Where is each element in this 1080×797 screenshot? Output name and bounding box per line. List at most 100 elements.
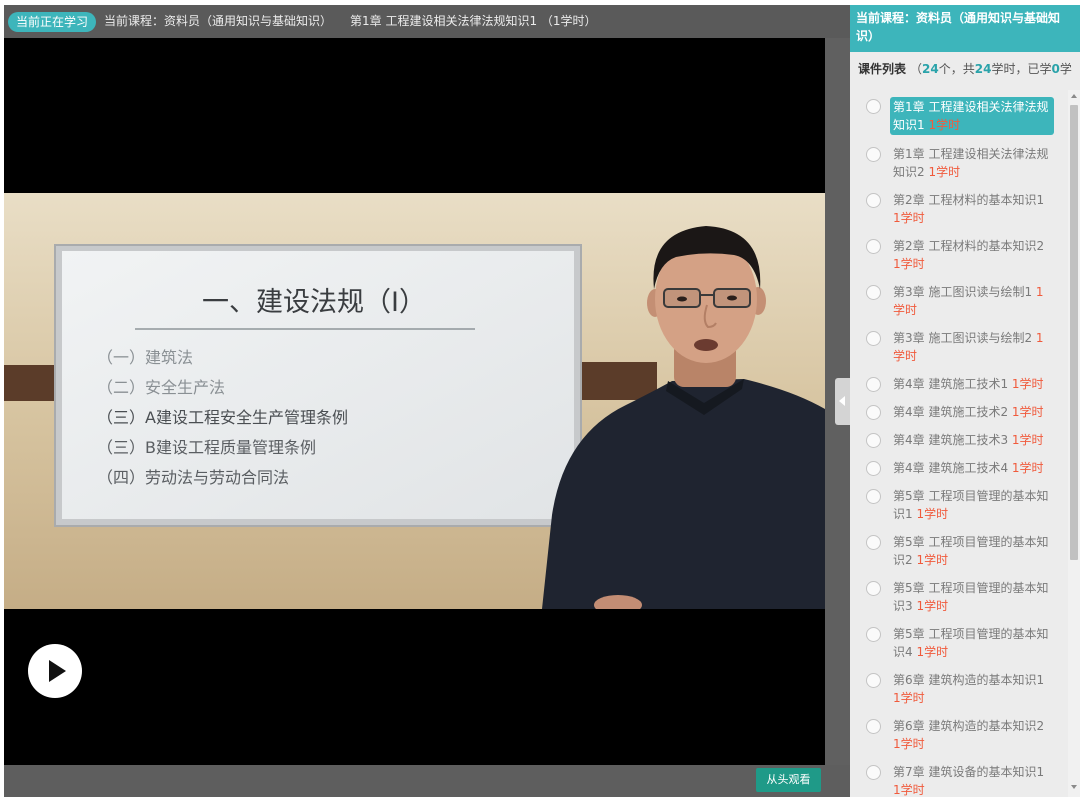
scroll-up-arrow-icon[interactable] [1071, 94, 1077, 98]
play-icon [49, 660, 66, 682]
course-item-title: 第2章 工程材料的基本知识1 [893, 193, 1045, 207]
summary-hours-unit: 学时，已学 [991, 62, 1052, 76]
course-item-hours: 1学时 [916, 645, 949, 659]
current-course-title: 当前课程：资料员（通用知识与基础知识） [104, 14, 333, 28]
course-item-text: 第4章 建筑施工技术2 1学时 [890, 403, 1054, 421]
radio-circle-icon[interactable] [866, 285, 881, 300]
course-item-text: 第5章 工程项目管理的基本知识4 1学时 [890, 625, 1054, 661]
course-item-hours: 1学时 [916, 553, 949, 567]
course-item[interactable]: 第5章 工程项目管理的基本知识2 1学时 [850, 533, 1066, 569]
course-item[interactable]: 第3章 施工图识读与绘制2 1学时 [850, 329, 1066, 365]
course-item[interactable]: 第4章 建筑施工技术2 1学时 [850, 403, 1066, 421]
radio-circle-icon[interactable] [866, 719, 881, 734]
course-item[interactable]: 第6章 建筑构造的基本知识1 1学时 [850, 671, 1066, 707]
slide-title: 一、建设法规（I） [202, 287, 426, 318]
course-item-title: 第7章 建筑设备的基本知识1 [893, 765, 1045, 779]
player-bottom-bar: 从头观看 [4, 765, 850, 797]
course-item-hours: 1学时 [893, 783, 925, 797]
course-item[interactable]: 第2章 工程材料的基本知识1 1学时 [850, 191, 1066, 227]
course-item[interactable]: 第4章 建筑施工技术3 1学时 [850, 431, 1066, 449]
current-chapter-title: 第1章 工程建设相关法律法规知识1 （1学时） [350, 14, 597, 28]
chevron-left-icon [839, 396, 845, 406]
course-item-hours: 1学时 [928, 118, 961, 132]
course-item-text: 第7章 建筑设备的基本知识1 1学时 [890, 763, 1054, 797]
course-item-title: 第1章 工程建设相关法律法规知识1 [893, 100, 1049, 132]
course-item[interactable]: 第6章 建筑构造的基本知识2 1学时 [850, 717, 1066, 753]
course-list: 第1章 工程建设相关法律法规知识1 1学时第1章 工程建设相关法律法规知识2 1… [850, 90, 1066, 797]
scroll-down-arrow-icon[interactable] [1071, 785, 1077, 789]
course-item-title: 第6章 建筑构造的基本知识1 [893, 673, 1045, 687]
course-item-text: 第5章 工程项目管理的基本知识1 1学时 [890, 487, 1054, 523]
course-item-text: 第4章 建筑施工技术3 1学时 [890, 431, 1054, 449]
radio-circle-icon[interactable] [866, 99, 881, 114]
radio-circle-icon[interactable] [866, 581, 881, 596]
summary-learned: 0 [1051, 62, 1060, 76]
summary-learned-unit: 学 [1059, 62, 1072, 76]
slide-item: （三）B建设工程质量管理条例 [97, 438, 316, 457]
course-item-text: 第4章 建筑施工技术4 1学时 [890, 459, 1054, 477]
radio-circle-icon[interactable] [866, 765, 881, 780]
radio-circle-icon[interactable] [866, 239, 881, 254]
sidebar-course-title: 当前课程：资料员（通用知识与基础知识） [850, 5, 1080, 52]
summary-count: 24 [922, 62, 939, 76]
course-item-hours: 1学时 [1011, 433, 1044, 447]
slide-item: （一）建筑法 [97, 348, 193, 367]
summary-hours: 24 [974, 62, 992, 76]
radio-circle-icon[interactable] [866, 405, 881, 420]
course-item-text: 第6章 建筑构造的基本知识1 1学时 [890, 671, 1054, 707]
radio-circle-icon[interactable] [866, 193, 881, 208]
course-item[interactable]: 第3章 施工图识读与绘制1 1学时 [850, 283, 1066, 319]
course-item-hours: 1学时 [916, 599, 949, 613]
play-button[interactable] [28, 644, 82, 698]
slide-item: （二）安全生产法 [97, 378, 225, 397]
lecturer-eye-right [727, 295, 737, 301]
scrollbar-thumb[interactable] [1070, 105, 1078, 560]
summary-open: （ [910, 62, 923, 76]
player-top-bar: 当前正在学习 当前课程：资料员（通用知识与基础知识） 第1章 工程建设相关法律法… [4, 5, 850, 38]
replay-from-start-button[interactable]: 从头观看 [756, 768, 821, 792]
radio-circle-icon[interactable] [866, 535, 881, 550]
radio-circle-icon[interactable] [866, 673, 881, 688]
course-item-text: 第2章 工程材料的基本知识1 1学时 [890, 191, 1054, 227]
course-item-text: 第6章 建筑构造的基本知识2 1学时 [890, 717, 1054, 753]
lecturer-eye-left [677, 296, 687, 302]
course-list-header: 课件列表 （24个，共24学时，已学0学 [858, 48, 1072, 90]
course-item-title: 第3章 施工图识读与绘制2 [893, 331, 1033, 345]
course-item[interactable]: 第1章 工程建设相关法律法规知识2 1学时 [850, 145, 1066, 181]
now-learning-badge: 当前正在学习 [8, 12, 97, 32]
course-item-hours: 1学时 [1011, 377, 1044, 391]
course-item[interactable]: 第5章 工程项目管理的基本知识4 1学时 [850, 625, 1066, 661]
collapse-sidebar-handle[interactable] [835, 378, 850, 425]
radio-circle-icon[interactable] [866, 489, 881, 504]
course-item[interactable]: 第2章 工程材料的基本知识2 1学时 [850, 237, 1066, 273]
lecturer-mouth [694, 339, 718, 351]
radio-circle-icon[interactable] [866, 147, 881, 162]
lecture-video-frame: 一、建设法规（I） （一）建筑法 （二）安全生产法 （三）A建设工程安全生产管理… [4, 193, 825, 609]
course-item-hours: 1学时 [893, 257, 925, 271]
course-item[interactable]: 第4章 建筑施工技术4 1学时 [850, 459, 1066, 477]
course-list-label: 课件列表 [858, 62, 907, 76]
radio-circle-icon[interactable] [866, 461, 881, 476]
course-item-text: 第5章 工程项目管理的基本知识3 1学时 [890, 579, 1054, 615]
course-item-hours: 1学时 [1011, 405, 1044, 419]
course-item-text: 第5章 工程项目管理的基本知识2 1学时 [890, 533, 1054, 569]
course-item[interactable]: 第1章 工程建设相关法律法规知识1 1学时 [850, 97, 1066, 135]
scrollbar[interactable] [1068, 90, 1080, 797]
course-item-text: 第4章 建筑施工技术1 1学时 [890, 375, 1054, 393]
course-item-title: 第6章 建筑构造的基本知识2 [893, 719, 1045, 733]
radio-circle-icon[interactable] [866, 331, 881, 346]
summary-count-unit: 个，共 [938, 62, 975, 76]
course-item-text: 第1章 工程建设相关法律法规知识2 1学时 [890, 145, 1054, 181]
course-item[interactable]: 第4章 建筑施工技术1 1学时 [850, 375, 1066, 393]
video-screen[interactable]: 一、建设法规（I） （一）建筑法 （二）安全生产法 （三）A建设工程安全生产管理… [4, 38, 825, 765]
course-item-title: 第4章 建筑施工技术1 [893, 377, 1009, 391]
course-item-hours: 1学时 [893, 737, 925, 751]
course-item-hours: 1学时 [893, 691, 925, 705]
course-item[interactable]: 第5章 工程项目管理的基本知识1 1学时 [850, 487, 1066, 523]
radio-circle-icon[interactable] [866, 377, 881, 392]
course-item-title: 第4章 建筑施工技术4 [893, 461, 1009, 475]
course-item[interactable]: 第7章 建筑设备的基本知识1 1学时 [850, 763, 1066, 797]
radio-circle-icon[interactable] [866, 627, 881, 642]
course-item[interactable]: 第5章 工程项目管理的基本知识3 1学时 [850, 579, 1066, 615]
radio-circle-icon[interactable] [866, 433, 881, 448]
